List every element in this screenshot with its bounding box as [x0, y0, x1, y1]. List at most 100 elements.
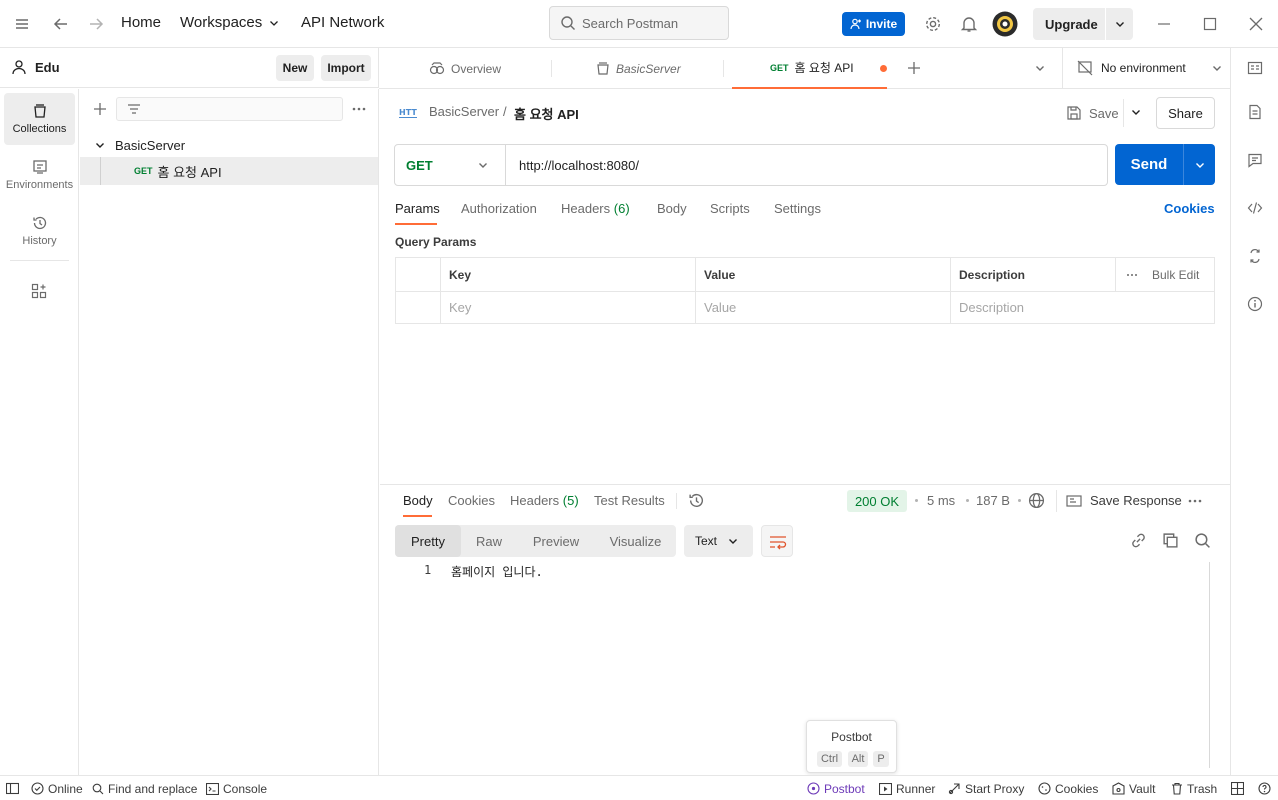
workspace-name[interactable]: Edu	[35, 60, 60, 75]
api-network-link[interactable]: API Network	[301, 14, 384, 31]
response-tab-cookies[interactable]: Cookies	[448, 493, 495, 508]
chevron-down-icon[interactable]	[1034, 62, 1046, 74]
right-context-rail	[1230, 48, 1278, 775]
tab-scripts[interactable]: Scripts	[710, 201, 750, 216]
find-and-replace-button[interactable]: Find and replace	[92, 776, 197, 800]
workspaces-menu[interactable]: Workspaces	[180, 14, 280, 31]
bell-icon[interactable]	[960, 15, 978, 33]
column-header-description: Description	[951, 258, 1116, 291]
add-tab-icon[interactable]	[906, 60, 922, 76]
response-tab-body[interactable]: Body	[403, 493, 433, 508]
add-icon[interactable]	[92, 101, 108, 117]
chevron-down-icon[interactable]	[1184, 144, 1215, 185]
bulk-edit-button[interactable]: Bulk Edit	[1152, 268, 1199, 282]
format-preview[interactable]: Preview	[517, 525, 595, 557]
environment-quick-look-icon[interactable]	[1247, 60, 1263, 76]
send-button[interactable]: Send	[1115, 144, 1215, 185]
documentation-icon[interactable]	[1247, 104, 1263, 120]
more-options-icon[interactable]	[351, 101, 367, 117]
tab-params[interactable]: Params	[395, 201, 440, 216]
home-link[interactable]: Home	[121, 14, 161, 31]
response-time[interactable]: 5 ms	[927, 493, 955, 508]
avatar[interactable]	[992, 11, 1018, 37]
save-button[interactable]: Save	[1066, 98, 1119, 128]
info-icon[interactable]	[1247, 296, 1263, 312]
format-raw[interactable]: Raw	[461, 525, 517, 557]
description-input[interactable]: Description	[951, 291, 1214, 324]
minimize-icon[interactable]	[1156, 16, 1172, 32]
tab-home-request[interactable]: GET 홈 요청 API	[732, 48, 887, 89]
new-button[interactable]: New	[276, 55, 314, 81]
close-icon[interactable]	[1248, 16, 1264, 32]
request-title[interactable]: 홈 요청 API	[514, 104, 579, 123]
rail-item-history[interactable]: History	[4, 205, 75, 257]
search-icon[interactable]	[1194, 532, 1211, 549]
globe-icon[interactable]	[1028, 492, 1045, 509]
online-status[interactable]: Online	[31, 776, 83, 800]
cookies-button[interactable]: Cookies	[1038, 776, 1098, 800]
filter-input[interactable]	[116, 97, 343, 121]
runner-button[interactable]: Runner	[879, 776, 935, 800]
toggle-sidebar-button[interactable]	[6, 776, 19, 800]
method-value: GET	[406, 157, 433, 173]
search-input[interactable]: Search Postman	[549, 6, 729, 40]
comments-icon[interactable]	[1247, 152, 1263, 168]
request-item-home[interactable]: GET 홈 요청 API	[80, 157, 378, 185]
chevron-down-icon[interactable]	[94, 139, 106, 151]
invite-button[interactable]: Invite	[842, 12, 905, 36]
response-size[interactable]: 187 B	[976, 493, 1010, 508]
trash-button[interactable]: Trash	[1171, 776, 1217, 800]
tab-body[interactable]: Body	[657, 201, 687, 216]
key-input[interactable]: Key	[441, 291, 696, 324]
response-type-select[interactable]: Text	[684, 525, 753, 557]
related-collections-icon[interactable]	[1247, 248, 1263, 264]
tab-headers[interactable]: Headers (6)	[561, 201, 630, 216]
response-format-group: Pretty Raw Preview Visualize	[395, 525, 676, 557]
settings-gear-icon[interactable]	[924, 15, 942, 33]
environment-selector[interactable]: No environment	[1062, 48, 1230, 89]
wrap-lines-button[interactable]	[761, 525, 793, 557]
more-options-icon[interactable]	[1187, 494, 1203, 508]
response-tab-headers[interactable]: Headers (5)	[510, 493, 579, 508]
help-button[interactable]	[1258, 776, 1271, 800]
back-arrow-icon[interactable]	[52, 15, 70, 33]
share-button[interactable]: Share	[1156, 97, 1215, 129]
vault-button[interactable]: Vault	[1112, 776, 1155, 800]
response-tab-test-results[interactable]: Test Results	[594, 493, 665, 508]
format-visualize[interactable]: Visualize	[595, 525, 676, 557]
two-pane-view-button[interactable]	[1231, 776, 1244, 800]
history-icon[interactable]	[688, 492, 705, 509]
tab-basicserver[interactable]: BasicServer	[596, 48, 681, 89]
format-pretty[interactable]: Pretty	[395, 525, 461, 557]
cookies-link[interactable]: Cookies	[1164, 201, 1215, 216]
upgrade-button[interactable]: Upgrade	[1033, 8, 1133, 40]
method-select[interactable]: GET	[395, 145, 506, 185]
link-icon[interactable]	[1130, 532, 1147, 549]
postbot-button[interactable]: Postbot	[807, 776, 865, 800]
code-icon[interactable]	[1247, 200, 1263, 216]
chevron-down-icon[interactable]	[1130, 106, 1142, 118]
configure-workbench-icon[interactable]	[31, 283, 47, 299]
start-proxy-button[interactable]: Start Proxy	[948, 776, 1024, 800]
rail-item-collections[interactable]: Collections	[4, 93, 75, 145]
tab-overview[interactable]: Overview	[429, 48, 501, 89]
scrollbar[interactable]	[1209, 562, 1210, 768]
value-input[interactable]: Value	[696, 291, 951, 324]
console-button[interactable]: Console	[206, 776, 267, 800]
maximize-icon[interactable]	[1202, 16, 1218, 32]
import-button[interactable]: Import	[321, 55, 371, 81]
status-badge[interactable]: 200 OK	[847, 490, 907, 512]
url-input[interactable]: http://localhost:8080/	[506, 145, 639, 185]
breadcrumb-collection[interactable]: BasicServer	[429, 104, 499, 119]
wrap-lines-icon	[770, 536, 787, 550]
save-response-button[interactable]: Save Response	[1066, 493, 1182, 508]
copy-icon[interactable]	[1162, 532, 1179, 549]
response-body-line[interactable]: 홈페이지 입니다.	[451, 563, 543, 580]
forward-arrow-icon[interactable]	[87, 15, 105, 33]
menu-icon[interactable]	[14, 16, 30, 32]
tab-settings[interactable]: Settings	[774, 201, 821, 216]
tab-authorization[interactable]: Authorization	[461, 201, 537, 216]
rail-item-environments[interactable]: Environments	[4, 149, 75, 201]
chevron-down-icon[interactable]	[1106, 18, 1133, 30]
collection-item-basicserver[interactable]: BasicServer	[80, 132, 378, 158]
